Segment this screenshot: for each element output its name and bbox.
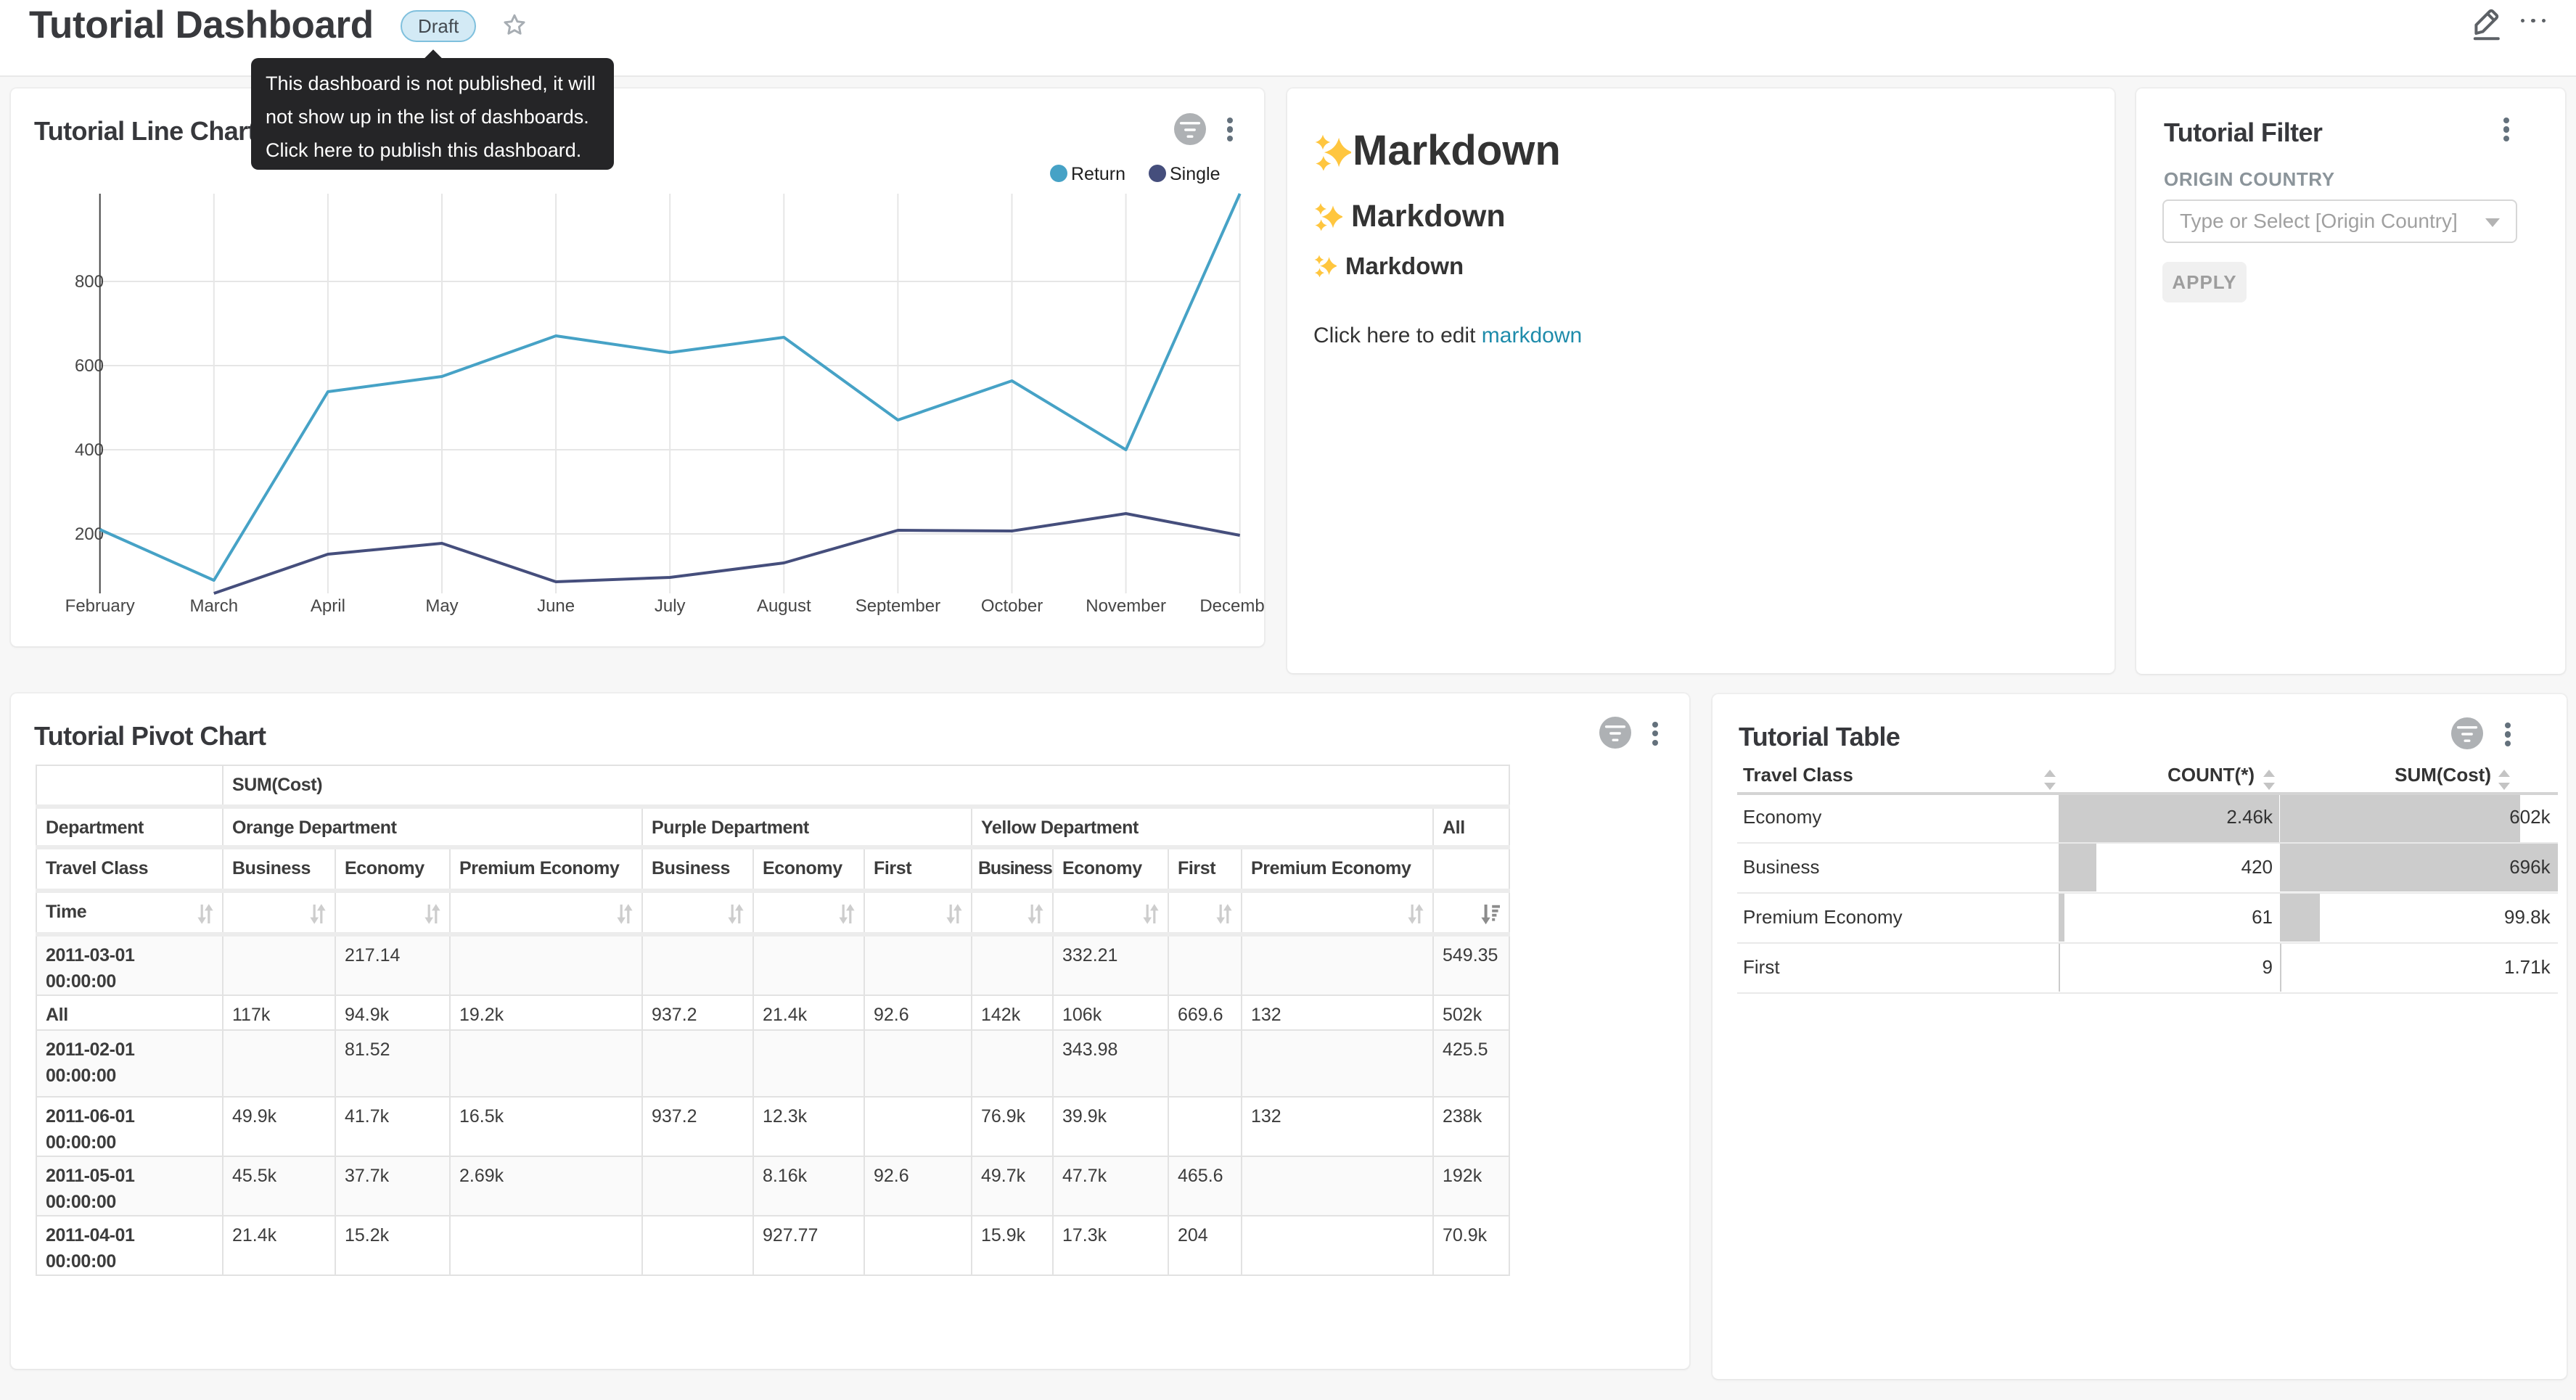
svg-text:400: 400 bbox=[75, 440, 104, 460]
svg-text:June: June bbox=[537, 596, 575, 616]
svg-text:600: 600 bbox=[75, 356, 104, 376]
svg-text:February: February bbox=[65, 596, 135, 616]
svg-text:November: November bbox=[1086, 596, 1166, 616]
svg-text:April: April bbox=[311, 596, 345, 616]
svg-text:September: September bbox=[856, 596, 940, 616]
svg-text:December: December bbox=[1199, 596, 1264, 616]
svg-text:August: August bbox=[757, 596, 811, 616]
svg-text:March: March bbox=[189, 596, 238, 616]
svg-text:July: July bbox=[655, 596, 686, 616]
svg-text:May: May bbox=[425, 596, 458, 616]
svg-text:200: 200 bbox=[75, 524, 104, 544]
svg-text:800: 800 bbox=[75, 272, 104, 292]
svg-text:October: October bbox=[981, 596, 1043, 616]
